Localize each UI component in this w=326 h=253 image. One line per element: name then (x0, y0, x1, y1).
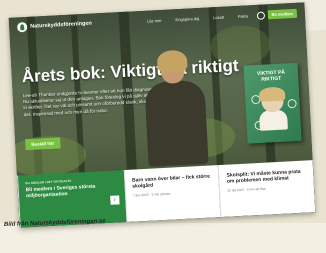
nav-item[interactable]: Läs mer (147, 18, 162, 24)
order-button[interactable]: Beställ här (25, 137, 61, 151)
book-cover-shirt (258, 109, 288, 131)
book-title: VIKTIGT PÅ RIKTIGT (256, 69, 286, 83)
nav-item[interactable]: Engagera dig (175, 16, 199, 22)
leaf-logo-icon (16, 21, 28, 33)
card-title: Barn vann över bilar – fick större skolg… (131, 173, 211, 190)
card-title: Skolsplit: Vi måste kunna prata om probl… (226, 168, 301, 185)
arrow-right-icon[interactable]: › (109, 195, 120, 205)
flower-icon (287, 98, 297, 109)
background-paper-bottom (0, 223, 326, 253)
book-cover[interactable]: VIKTIGT PÅ RIKTIGT (243, 62, 302, 144)
person-body (144, 79, 209, 167)
website-screenshot: Naturskyddsföreningen Läs mer Engagera d… (8, 2, 316, 228)
news-card[interactable]: Skolsplit: Vi måste kunna prata om probl… (218, 160, 316, 218)
logo-text: Naturskyddsföreningen (30, 20, 93, 30)
person-hair (156, 49, 188, 74)
card-meta: 7 dec 2023 · 3 min att läsa (132, 191, 171, 198)
book-cover-portrait (260, 89, 284, 113)
card-meta: 30 okt 2023 · 4 min att läsa (227, 186, 266, 193)
nav-item[interactable]: Lokalt (213, 15, 224, 21)
search-icon[interactable] (256, 11, 266, 20)
become-member-button[interactable]: Bli medlem (267, 8, 298, 20)
main-nav: Läs mer Engagera dig Lokalt Fakta (147, 13, 248, 23)
nav-item[interactable]: Fakta (238, 13, 248, 19)
card-title: Bli medlem i Sveriges största miljöorgan… (25, 183, 96, 200)
site-logo[interactable]: Naturskyddsföreningen (16, 19, 93, 33)
news-card[interactable]: Barn vann över bilar – fick större skolg… (123, 165, 221, 223)
hero-person-photo (143, 49, 209, 167)
